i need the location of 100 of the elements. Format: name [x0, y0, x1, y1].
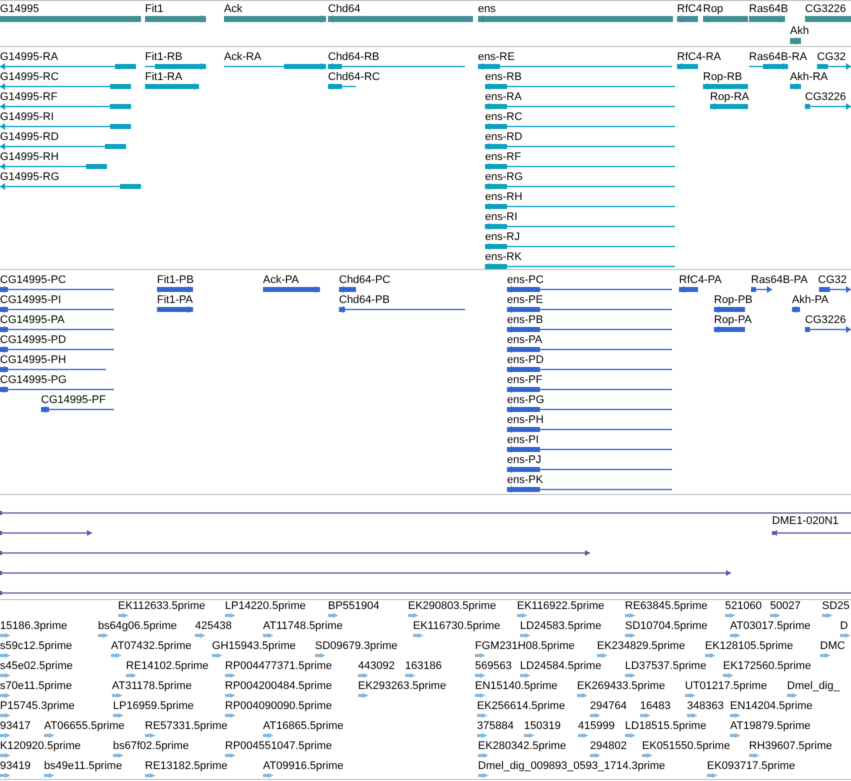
- est-glyph-drawing: [725, 613, 735, 618]
- est-glyph-drawing: [44, 773, 54, 778]
- est-glyph-drawing: [840, 633, 850, 638]
- est-label: EK256614.5prime: [477, 700, 566, 713]
- gene-label: CG3226: [805, 3, 846, 16]
- est-glyph-drawing: [578, 733, 588, 738]
- transcript-glyph-drawing: [677, 63, 698, 70]
- protein-label: CG14995-PG: [0, 374, 67, 387]
- transcript-label: G14995-RA: [0, 51, 58, 64]
- est-glyph-drawing: [478, 753, 488, 758]
- est-glyph-drawing: [517, 613, 527, 618]
- gene-glyph-drawing: [677, 15, 698, 23]
- transcript-label: G14995-RH: [0, 151, 59, 164]
- est-glyph-drawing: [477, 713, 487, 718]
- est-glyph-drawing: [590, 713, 600, 718]
- est-glyph-drawing: [730, 713, 740, 718]
- est-label: 15186.3prime: [0, 620, 68, 633]
- est-glyph-drawing: [408, 613, 418, 618]
- est-label: 521060: [725, 600, 762, 613]
- protein-label: CG14995-PA: [0, 314, 65, 327]
- est-glyph-drawing: [707, 773, 717, 778]
- est-glyph-drawing: [687, 713, 697, 718]
- protein-label: CG3226: [805, 314, 846, 327]
- est-glyph-drawing: [98, 633, 108, 638]
- est-glyph-drawing: [577, 693, 587, 698]
- gene-label: G14995: [0, 3, 40, 16]
- est-label: LD24584.5prime: [520, 660, 602, 673]
- est-label: EK293263.5prime: [358, 680, 446, 693]
- est-label: 16483: [640, 700, 671, 713]
- est-label: AT11748.5prime: [263, 620, 343, 633]
- est-label: EK172560.5prime: [723, 660, 812, 673]
- est-label: RP004090090.5prime: [225, 700, 332, 713]
- est-glyph-drawing: [413, 633, 423, 638]
- est-glyph-drawing: [820, 653, 830, 658]
- est-label: EK112633.5prime: [118, 600, 206, 613]
- transcript-label: ens-RD: [485, 131, 522, 144]
- protein-label: Ack-PA: [263, 274, 299, 287]
- protein-glyph-drawing: [679, 286, 698, 293]
- transcript-glyph-drawing: [710, 103, 748, 110]
- est-label: 163186: [405, 660, 442, 673]
- est-label: LD24583.5prime: [520, 620, 602, 633]
- est-label: SD25: [822, 600, 850, 613]
- est-glyph-drawing: [730, 633, 740, 638]
- est-glyph-drawing: [145, 773, 155, 778]
- protein-glyph-drawing: [157, 306, 193, 313]
- est-glyph-drawing: [642, 753, 652, 758]
- est-glyph-drawing: [597, 653, 607, 658]
- est-glyph-drawing: [225, 713, 235, 718]
- protein-glyph-drawing: [157, 286, 193, 293]
- est-label: UT01217.5prime: [685, 680, 767, 693]
- est-glyph-drawing: [113, 753, 123, 758]
- est-glyph-drawing: [705, 653, 715, 658]
- est-glyph-drawing: [0, 633, 10, 638]
- est-label: P15745.3prime: [0, 700, 75, 713]
- est-label: FGM231H08.5prime: [475, 640, 575, 653]
- est-glyph-drawing: [0, 653, 10, 658]
- est-glyph-drawing: [263, 773, 273, 778]
- protein-glyph-drawing: [792, 306, 800, 313]
- est-glyph-drawing: [112, 693, 122, 698]
- protein-label: Rop-PB: [714, 294, 753, 307]
- transcript-glyph-drawing: [817, 63, 851, 70]
- est-glyph-drawing: [113, 713, 123, 718]
- transcript-label: ens-RC: [485, 111, 522, 124]
- transcript-glyph-drawing: [145, 83, 199, 90]
- est-label: D: [840, 620, 848, 633]
- protein-glyph-drawing: [805, 326, 851, 333]
- protein-label: RfC4-PA: [679, 274, 722, 287]
- est-label: 569563: [475, 660, 512, 673]
- est-label: AT19879.5prime: [730, 720, 811, 733]
- est-label: RE13182.5prime: [145, 760, 228, 773]
- transcript-label: G14995-RG: [0, 171, 60, 184]
- protein-label: CG14995-PD: [0, 334, 66, 347]
- est-label: EK290803.5prime: [408, 600, 496, 613]
- est-label: LP14220.5prime: [225, 600, 306, 613]
- gene-label: RfC4: [677, 3, 702, 16]
- est-glyph-drawing: [475, 693, 485, 698]
- est-label: EK269433.5prime: [577, 680, 666, 693]
- est-label: s59c12.5prime: [0, 640, 72, 653]
- est-label: 348363: [687, 700, 724, 713]
- est-label: Dmel_dig_: [787, 680, 840, 693]
- protein-label: Fit1-PB: [157, 274, 194, 287]
- est-glyph-drawing: [145, 733, 155, 738]
- est-label: RH39607.5prime: [749, 740, 832, 753]
- transcript-label: Chd64-RC: [328, 71, 380, 84]
- est-glyph-drawing: [405, 673, 415, 678]
- transcript-label: ens-RG: [485, 171, 523, 184]
- protein-label: Ras64B-PA: [751, 274, 808, 287]
- est-label: AT06655.5prime: [44, 720, 125, 733]
- transcript-label: Rop-RA: [710, 91, 750, 104]
- est-label: EK093717.5prime: [707, 760, 796, 773]
- est-glyph-drawing: [822, 613, 832, 618]
- alignment-label: DME1-020N1: [772, 515, 839, 528]
- transcript-label: G14995-RI: [0, 111, 54, 124]
- est-glyph-drawing: [520, 673, 530, 678]
- protein-label: ens-PB: [507, 314, 544, 327]
- protein-label: ens-PE: [507, 294, 544, 307]
- transcript-label: Chd64-RB: [328, 51, 380, 64]
- est-label: DMC: [820, 640, 846, 653]
- est-label: RE14102.5prime: [126, 660, 209, 673]
- est-label: SD10704.5prime: [625, 620, 708, 633]
